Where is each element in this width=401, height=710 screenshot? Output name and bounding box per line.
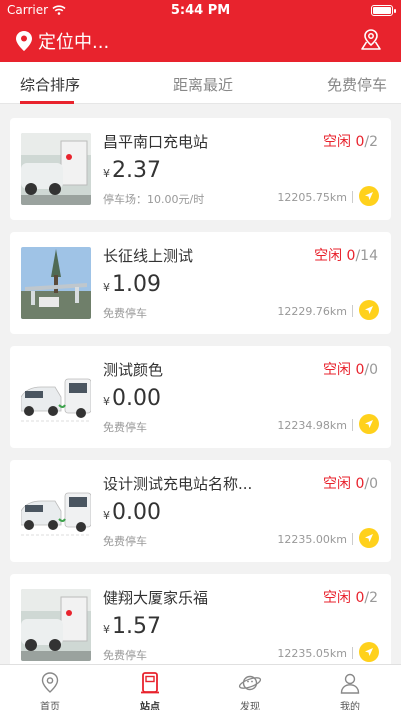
total-count: /2: [364, 590, 378, 606]
total-count: /0: [364, 476, 378, 492]
price-value: 1.57: [112, 614, 161, 639]
status-bar: Carrier 5:44 PM: [0, 0, 401, 22]
currency-symbol: ¥: [103, 281, 110, 294]
currency-symbol: ¥: [103, 395, 110, 408]
availability-status: 空闲 0/0: [323, 473, 378, 493]
price-value: 1.09: [112, 272, 161, 297]
station-photo: [21, 475, 91, 547]
navigate-arrow-icon: [365, 192, 373, 200]
tabbar-item-profile[interactable]: 我的: [300, 665, 400, 710]
navigate-button[interactable]: [359, 528, 379, 548]
station-name: 测试颜色: [103, 361, 164, 379]
tab-free-parking[interactable]: 免费停车: [327, 74, 387, 95]
status-label: 空闲: [314, 248, 343, 264]
station-name: 健翔大厦家乐福: [103, 589, 209, 607]
sort-tabs: 综合排序 距离最近 免费停车: [0, 62, 401, 104]
station-photo: [21, 589, 91, 661]
navigate-arrow-icon: [365, 306, 373, 314]
parking-info: 免费停车: [103, 421, 147, 434]
tabbar-item-discover[interactable]: 发现: [200, 665, 300, 710]
tabbar-item-stations[interactable]: 站点: [100, 665, 200, 710]
total-count: /14: [355, 248, 378, 264]
station-name: 长征线上测试: [103, 247, 194, 265]
distance: 12235.05km: [277, 647, 347, 660]
status-label: 空闲: [323, 476, 351, 492]
divider: [352, 191, 353, 203]
station-icon: [141, 672, 159, 694]
station-name: 昌平南口充电站: [103, 133, 209, 151]
navigate-arrow-icon: [365, 534, 373, 542]
navigate-arrow-icon: [365, 420, 373, 428]
price-value: 0.00: [112, 386, 161, 411]
location-selector[interactable]: 定位中...: [16, 28, 109, 54]
tabbar-label: 我的: [340, 702, 360, 710]
station-photo: [21, 133, 91, 205]
divider: [352, 647, 353, 659]
station-list[interactable]: 昌平南口充电站 空闲 0/2 ¥ 2.37 停车场：10.00元/时 12205…: [0, 104, 401, 664]
tab-comprehensive[interactable]: 综合排序: [20, 74, 80, 95]
price: ¥ 0.00: [103, 386, 161, 411]
status-label: 空闲: [323, 134, 351, 150]
total-count: /0: [364, 362, 378, 378]
station-card[interactable]: 设计测试充电站名称... 空闲 0/0 ¥ 0.00 免费停车 12235.00…: [10, 460, 391, 562]
price: ¥ 1.09: [103, 272, 161, 297]
availability-status: 空闲 0/2: [323, 131, 378, 151]
total-count: /2: [364, 134, 378, 150]
map-location-icon[interactable]: [359, 28, 383, 52]
navigate-arrow-icon: [365, 648, 373, 656]
divider: [352, 419, 353, 431]
station-card[interactable]: 长征线上测试 空闲 0/14 ¥ 1.09 免费停车 12229.76km: [10, 232, 391, 334]
availability-status: 空闲 0/14: [314, 245, 378, 265]
location-pin-icon: [16, 31, 32, 51]
station-card[interactable]: 健翔大厦家乐福 空闲 0/2 ¥ 1.57 免费停车 12235.05km: [10, 574, 391, 664]
clock: 5:44 PM: [170, 3, 231, 18]
navigate-button[interactable]: [359, 186, 379, 206]
parking-info: 免费停车: [103, 307, 147, 320]
price-value: 2.37: [112, 158, 161, 183]
planet-icon: [238, 675, 262, 691]
tabbar-label: 首页: [40, 702, 60, 710]
navigate-button[interactable]: [359, 300, 379, 320]
app-header: Carrier 5:44 PM 定位中...: [0, 0, 401, 62]
distance: 12205.75km: [277, 191, 347, 204]
home-pin-icon: [41, 672, 59, 693]
battery-icon: [371, 5, 396, 16]
station-photo: [21, 247, 91, 319]
tabbar-label: 站点: [140, 702, 160, 710]
parking-info: 免费停车: [103, 535, 147, 548]
station-card[interactable]: 昌平南口充电站 空闲 0/2 ¥ 2.37 停车场：10.00元/时 12205…: [10, 118, 391, 220]
navigate-button[interactable]: [359, 642, 379, 662]
distance: 12229.76km: [277, 305, 347, 318]
divider: [352, 533, 353, 545]
tabbar-item-home[interactable]: 首页: [0, 665, 100, 710]
currency-symbol: ¥: [103, 623, 110, 636]
price: ¥ 1.57: [103, 614, 161, 639]
user-icon: [340, 673, 360, 694]
availability-status: 空闲 0/2: [323, 587, 378, 607]
price: ¥ 0.00: [103, 500, 161, 525]
station-name: 设计测试充电站名称...: [103, 475, 253, 493]
station-photo: [21, 361, 91, 433]
price-value: 0.00: [112, 500, 161, 525]
navigate-button[interactable]: [359, 414, 379, 434]
currency-symbol: ¥: [103, 167, 110, 180]
status-label: 空闲: [323, 362, 351, 378]
tabbar-label: 发现: [240, 702, 260, 710]
distance: 12234.98km: [277, 419, 347, 432]
parking-info: 免费停车: [103, 649, 147, 662]
station-card[interactable]: 测试颜色 空闲 0/0 ¥ 0.00 免费停车 12234.98km: [10, 346, 391, 448]
tab-nearest[interactable]: 距离最近: [173, 74, 233, 95]
currency-symbol: ¥: [103, 509, 110, 522]
location-label: 定位中...: [38, 32, 110, 53]
parking-info: 停车场：10.00元/时: [103, 193, 205, 206]
availability-status: 空闲 0/0: [323, 359, 378, 379]
price: ¥ 2.37: [103, 158, 161, 183]
bottom-tab-bar: 首页 站点 发现 我的: [0, 664, 401, 710]
divider: [352, 305, 353, 317]
distance: 12235.00km: [277, 533, 347, 546]
status-label: 空闲: [323, 590, 351, 606]
